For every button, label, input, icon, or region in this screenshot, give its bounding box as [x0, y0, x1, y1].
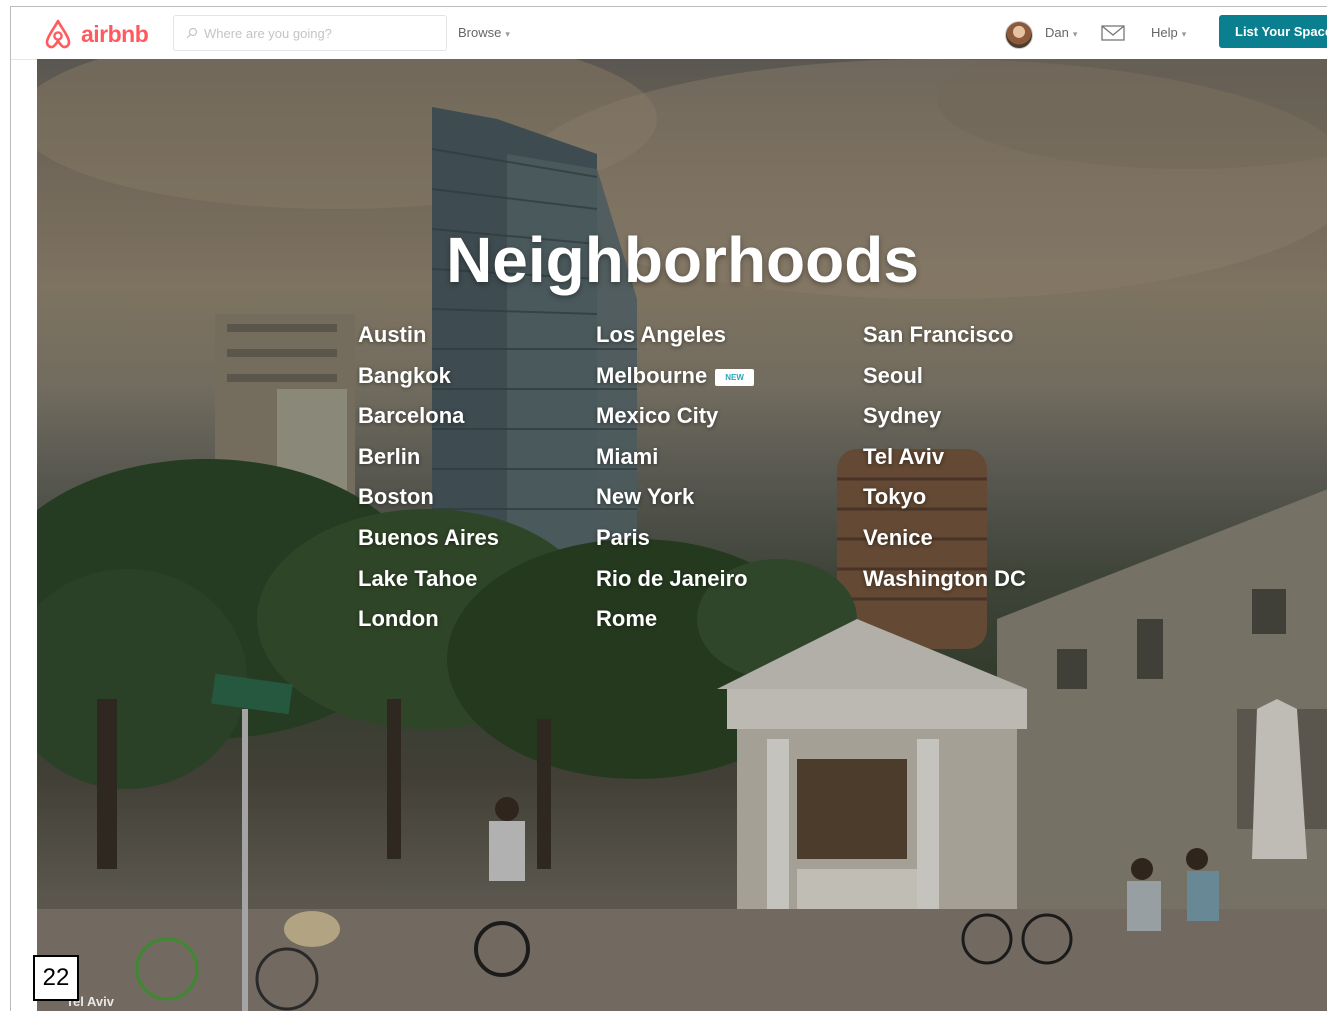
city-link[interactable]: Sydney: [863, 403, 1026, 444]
page-title: Neighborhoods: [446, 224, 919, 296]
search-icon: [186, 27, 198, 39]
airbnb-logo[interactable]: airbnb: [41, 17, 191, 51]
city-link[interactable]: Buenos Aires: [358, 525, 499, 566]
city-link[interactable]: San Francisco: [863, 322, 1026, 363]
city-link[interactable]: Boston: [358, 484, 499, 525]
city-link[interactable]: Los Angeles: [596, 322, 754, 363]
list-your-space-button[interactable]: List Your Space: [1219, 15, 1327, 48]
browse-menu[interactable]: Browse ▾: [458, 25, 510, 40]
help-label: Help: [1151, 25, 1178, 40]
chevron-down-icon: ▾: [505, 29, 510, 39]
mail-icon[interactable]: [1101, 24, 1125, 42]
city-link[interactable]: Paris: [596, 525, 754, 566]
city-column-2: Los Angeles Melbourne NEW Mexico City Mia…: [596, 322, 754, 647]
city-link[interactable]: Mexico City: [596, 403, 754, 444]
city-link[interactable]: Berlin: [358, 444, 499, 485]
help-menu[interactable]: Help ▾: [1151, 25, 1186, 40]
city-link[interactable]: Miami: [596, 444, 754, 485]
page-number: 22: [33, 955, 79, 1001]
city-link[interactable]: New York: [596, 484, 754, 525]
top-nav: airbnb Browse▾ Dan▾ Help▾ List Your Spac…: [11, 7, 1327, 60]
user-menu[interactable]: Dan ▾: [1045, 25, 1077, 40]
chevron-down-icon: ▾: [1072, 29, 1078, 39]
city-link[interactable]: Tokyo: [863, 484, 1026, 525]
airbnb-logo-icon: [45, 19, 71, 49]
city-link[interactable]: London: [358, 606, 499, 647]
city-link[interactable]: Lake Tahoe: [358, 566, 499, 607]
city-link[interactable]: Rome: [596, 606, 754, 647]
city-link-label: Melbourne: [596, 362, 708, 388]
city-column-3: San Francisco Seoul Sydney Tel Aviv Toky…: [863, 322, 1026, 606]
logo-text: airbnb: [81, 20, 149, 47]
city-link[interactable]: Seoul: [863, 363, 1026, 404]
city-link[interactable]: Venice: [863, 525, 1026, 566]
city-link[interactable]: Rio de Janeiro: [596, 566, 754, 607]
browse-label: Browse: [458, 25, 502, 40]
new-badge: NEW: [715, 368, 754, 386]
city-link[interactable]: Bangkok: [358, 363, 499, 404]
user-name: Dan: [1045, 25, 1069, 40]
city-link[interactable]: Barcelona: [358, 403, 499, 444]
city-link[interactable]: Washington DC: [863, 566, 1026, 607]
city-link[interactable]: Austin: [358, 322, 499, 363]
city-column-1: Austin Bangkok Barcelona Berlin Boston B…: [358, 322, 499, 647]
hero-section: Neighborhoods Austin Bangkok Barcelona B…: [37, 59, 1327, 1011]
search-box[interactable]: [173, 15, 447, 51]
city-link[interactable]: Tel Aviv: [863, 444, 1026, 485]
browser-frame: airbnb Browse▾ Dan▾ Help▾ List Your Spac…: [10, 6, 1327, 1011]
city-link-melbourne[interactable]: Melbourne NEW: [596, 363, 754, 404]
search-input[interactable]: [202, 24, 426, 42]
avatar[interactable]: [1005, 21, 1033, 49]
chevron-down-icon: ▾: [1181, 29, 1187, 39]
